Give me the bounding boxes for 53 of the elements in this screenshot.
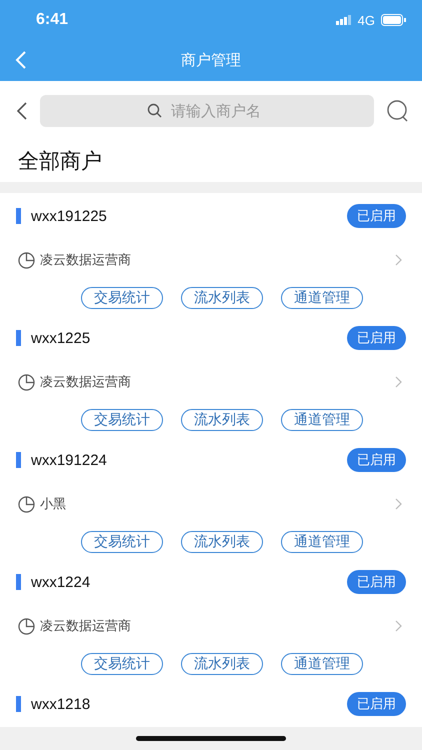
- accent-bar: [16, 208, 21, 224]
- operator-name: 凌云数据运营商: [40, 618, 132, 635]
- accent-bar: [16, 696, 21, 712]
- merchant-name: wxx1218: [31, 696, 92, 712]
- section-title: 全部商户: [17, 148, 103, 175]
- chevron-icon: [395, 254, 402, 266]
- action-button[interactable]: 通道管理: [281, 409, 363, 431]
- action-button[interactable]: 通道管理: [281, 653, 363, 675]
- status-badge: 已启用: [347, 204, 406, 228]
- signal-icon: [336, 15, 352, 25]
- merchant-name: wxx1224: [31, 574, 92, 590]
- battery-icon: [381, 14, 406, 26]
- status-time: 6:41: [36, 11, 68, 29]
- pie-chart-icon: [18, 252, 35, 268]
- action-button[interactable]: 通道管理: [281, 287, 363, 309]
- pie-chart-icon: [18, 374, 35, 390]
- merchant-name: wxx1225: [31, 330, 92, 346]
- action-button[interactable]: 流水列表: [181, 287, 263, 309]
- accent-bar: [16, 330, 21, 346]
- action-button[interactable]: 交易统计: [81, 287, 163, 309]
- action-button[interactable]: 流水列表: [181, 653, 263, 675]
- merchant-name: wxx191225: [31, 208, 108, 224]
- pie-chart-icon: [18, 496, 35, 512]
- operator-name: 小黑: [40, 496, 67, 513]
- action-button[interactable]: 交易统计: [81, 409, 163, 431]
- network-label: 4G: [358, 12, 375, 28]
- search-icon[interactable]: [386, 98, 410, 122]
- operator-row[interactable]: 小黑: [0, 483, 422, 525]
- status-badge: 已启用: [347, 448, 406, 472]
- search-field[interactable]: 请输入商户名: [40, 94, 374, 126]
- operator-row[interactable]: 凌云数据运营商: [0, 605, 422, 647]
- chevron-icon: [395, 376, 402, 388]
- accent-bar: [16, 574, 21, 590]
- status-badge: 已启用: [347, 692, 406, 716]
- action-button[interactable]: 交易统计: [81, 653, 163, 675]
- chevron-icon: [395, 498, 402, 510]
- operator-row[interactable]: 凌云数据运营商: [0, 239, 422, 281]
- status-badge: 已启用: [347, 326, 406, 350]
- pie-chart-icon: [18, 618, 35, 634]
- operator-row[interactable]: 凌云数据运营商: [0, 361, 422, 403]
- operator-name: 凌云数据运营商: [40, 252, 132, 269]
- page-title: 商户管理: [181, 51, 241, 70]
- action-button[interactable]: 流水列表: [181, 409, 263, 431]
- chevron-icon: [395, 620, 402, 632]
- status-badge: 已启用: [347, 570, 406, 594]
- action-button[interactable]: 交易统计: [81, 531, 163, 553]
- merchant-name: wxx191224: [31, 452, 108, 468]
- operator-name: 凌云数据运营商: [40, 374, 132, 391]
- back-icon[interactable]: [16, 100, 28, 120]
- action-button[interactable]: 流水列表: [181, 531, 263, 553]
- accent-bar: [16, 452, 21, 468]
- search-icon: [147, 102, 163, 118]
- action-button[interactable]: 通道管理: [281, 531, 363, 553]
